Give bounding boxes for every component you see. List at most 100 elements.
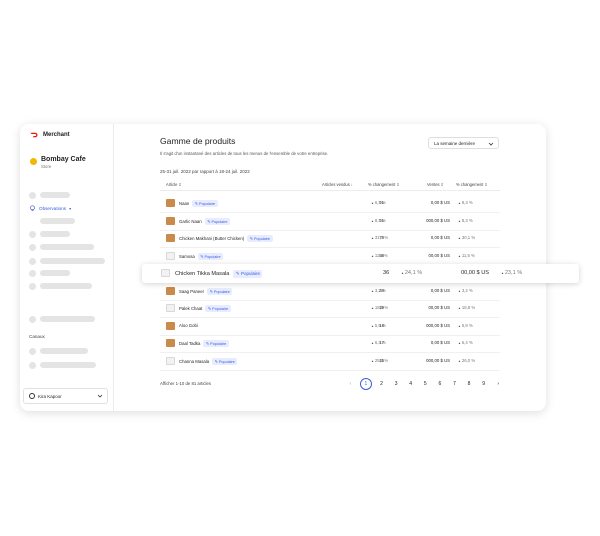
doordash-logo-icon	[30, 132, 38, 138]
page-button[interactable]: 4	[403, 381, 418, 387]
tag-icon: ✎	[214, 359, 218, 364]
change2-value: 23,1 %	[501, 270, 522, 276]
sales-value: 00,00 $ US	[461, 270, 489, 276]
sales-value: 000,00 $ US	[426, 323, 450, 328]
col-header-change1[interactable]: % changement ⇕	[368, 182, 400, 187]
popular-badge: ✎ Populaire	[205, 305, 231, 312]
product-thumbnail	[161, 269, 170, 277]
popular-badge: ✎ Populaire	[207, 288, 233, 295]
popular-badge: ✎ Populaire	[212, 358, 238, 365]
table-row-highlight[interactable]: Chicken Tikka Masala ✎ Populaire 36 24,1…	[142, 264, 579, 283]
sidebar-item[interactable]	[29, 191, 70, 199]
sales-value: 00,00 $ US	[428, 305, 451, 310]
sort-icon: ⇕	[484, 182, 488, 187]
sold-value: 36	[383, 270, 390, 276]
sidebar-item-observations[interactable]: Observations ▾	[29, 205, 71, 212]
tag-icon: ✎	[235, 270, 240, 276]
product-thumbnail	[166, 339, 175, 347]
sales-value: 0,00 $ US	[430, 235, 450, 240]
sort-icon: ⇕	[396, 182, 400, 187]
product-name: Saag Paneer	[179, 288, 205, 294]
sales-value: 0,00 $ US	[430, 200, 450, 205]
change1-value: 24,1 %	[401, 270, 422, 276]
sales-value: 00,00 $ US	[428, 253, 451, 258]
sort-icon: ⇕	[440, 182, 444, 187]
product-name: Samosa	[179, 253, 195, 259]
chevron-right-icon[interactable]: ›	[491, 381, 506, 387]
product-name: Naan	[179, 200, 190, 206]
sidebar-item[interactable]	[29, 361, 96, 369]
section-label-canaux: Canaux	[29, 334, 45, 339]
change2-value: 8,3 %	[458, 218, 473, 223]
page-button[interactable]: 3	[389, 381, 404, 387]
sales-value: 0,00 $ US	[430, 288, 450, 293]
sales-value: 0,00 $ US	[430, 340, 450, 345]
table-row[interactable]: Samosa✎ Populaire5811,5 %00,00 $ US11,5 …	[160, 247, 500, 266]
change2-value: 5,9 %	[458, 323, 473, 328]
change1-value: 6,3 %	[371, 340, 386, 345]
sidebar-item[interactable]	[29, 347, 88, 355]
tag-icon: ✎	[205, 341, 210, 346]
popular-badge: ✎ Populaire	[197, 253, 224, 260]
sidebar-item[interactable]	[29, 315, 95, 323]
change1-value: 5,9 %	[371, 323, 386, 328]
page-button[interactable]: 8	[462, 381, 477, 387]
sidebar-item[interactable]	[29, 243, 94, 251]
page-button[interactable]: 2	[374, 381, 389, 387]
page-subtitle: Il s'agit d'un instantané des articles d…	[160, 151, 329, 156]
sidebar-item[interactable]	[29, 257, 105, 265]
page-button[interactable]: 1	[359, 378, 372, 390]
date-range: 25-31 juil. 2022 par rapport à 18-24 jui…	[160, 169, 250, 174]
col-header-article[interactable]: Article ⇕	[166, 182, 182, 187]
product-name: Garlic Naan	[179, 218, 202, 224]
popular-badge: ✎ Populaire	[233, 270, 263, 278]
store-selector[interactable]: Bombay Cafe Store	[30, 156, 86, 170]
change1-value: 3,2 %	[371, 288, 386, 293]
product-name: Channa Masala	[179, 358, 210, 364]
product-name: Daal Tadka	[179, 340, 201, 346]
user-menu[interactable]: Kira Kapoor	[23, 388, 108, 404]
product-thumbnail	[166, 322, 175, 330]
table-row[interactable]: Garlic Naan✎ Populaire918,3 %000,00 $ US…	[160, 212, 500, 231]
brand-label: Merchant	[43, 132, 70, 138]
product-thumbnail	[166, 357, 175, 365]
table-row[interactable]: Palek Chaat✎ Populaire1918,8 %00,00 $ US…	[160, 299, 500, 318]
table-row[interactable]: Aloo Gobi185,9 %000,00 $ US5,9 %	[160, 317, 500, 336]
product-name: Palek Chaat	[179, 305, 203, 311]
page-button[interactable]: 5	[418, 381, 433, 387]
sidebar-subitem[interactable]	[29, 218, 75, 224]
sales-value: 000,00 $ US	[426, 218, 450, 223]
change2-value: 5,4 %	[458, 340, 473, 345]
product-thumbnail	[166, 252, 175, 260]
change2-value: 30,1 %	[458, 235, 475, 240]
sidebar-item[interactable]	[29, 269, 70, 277]
col-header-change2[interactable]: % changement ⇕	[456, 182, 488, 187]
table-row[interactable]: Channa Masala✎ Populaire1525,0 %000,00 $…	[160, 352, 500, 371]
product-thumbnail	[166, 304, 175, 312]
col-header-sold[interactable]: Articles vendus ↓	[322, 182, 353, 187]
chevron-down-icon	[488, 142, 494, 146]
page-button[interactable]: 9	[476, 381, 491, 387]
popular-badge: ✎ Populaire	[192, 200, 218, 207]
chevron-down-icon	[97, 394, 103, 398]
table-row[interactable]: Chicken Makhani (Butter Chicken) ✎ Popula…	[160, 229, 500, 248]
table-row[interactable]: Daal Tadka✎ Populaire176,3 %0,00 $ US5,4…	[160, 334, 500, 353]
period-select[interactable]: La semaine dernière	[428, 137, 499, 149]
change1-value: 25,0 %	[371, 358, 388, 363]
table-row[interactable]: Saag Paneer✎ Populaire303,2 %0,00 $ US3,…	[160, 282, 500, 301]
table-row[interactable]: Naan✎ Populaire916,3 %0,00 $ US8,3 %	[160, 194, 500, 213]
observations-label: Observations	[39, 206, 67, 211]
page-button[interactable]: 6	[433, 381, 448, 387]
change1-value: 11,5 %	[371, 253, 388, 258]
change2-value: 26,0 %	[458, 358, 475, 363]
change1-value: 8,3 %	[371, 218, 386, 223]
sidebar-item[interactable]	[29, 230, 70, 238]
change1-value: 31,7 %	[371, 235, 388, 240]
sidebar-item[interactable]	[29, 282, 92, 290]
col-header-sales[interactable]: Ventes ⇕	[427, 182, 444, 187]
brand[interactable]: Merchant	[30, 132, 70, 138]
change2-value: 11,5 %	[458, 253, 475, 258]
page-title: Gamme de produits	[160, 136, 236, 146]
chevron-left-icon[interactable]: ‹	[343, 381, 358, 387]
page-button[interactable]: 7	[447, 381, 462, 387]
